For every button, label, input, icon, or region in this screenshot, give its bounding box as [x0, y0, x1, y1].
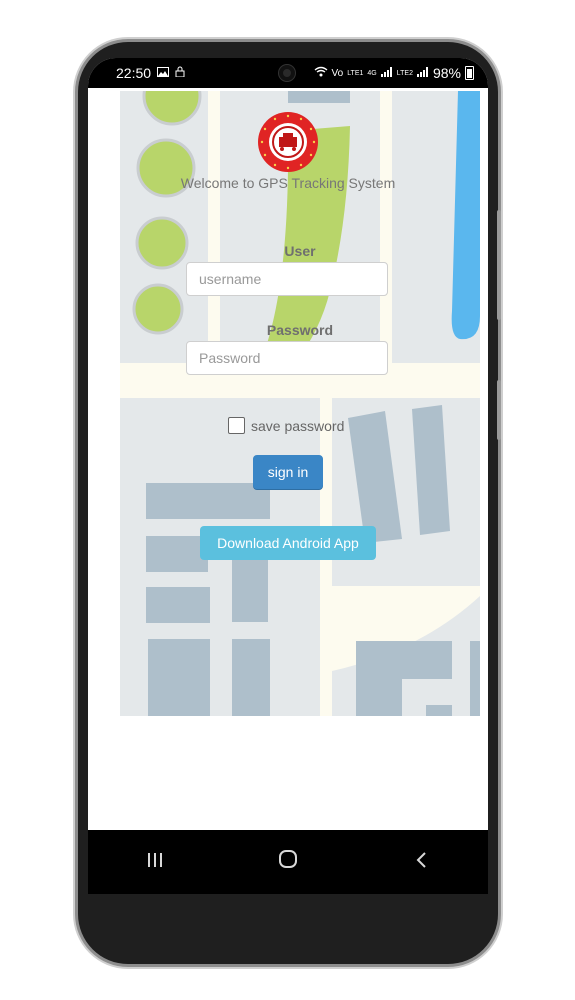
home-icon[interactable] [258, 849, 318, 875]
signal-icon [380, 66, 393, 80]
volume-button [497, 210, 501, 320]
status-time: 22:50 [116, 65, 152, 81]
lock-icon [175, 66, 185, 80]
download-android-app-button[interactable]: Download Android App [200, 526, 376, 560]
battery-percent: 98% [432, 65, 461, 81]
android-nav-bar [88, 830, 488, 894]
save-password-row: save password [228, 417, 344, 434]
back-icon[interactable] [391, 849, 451, 875]
status-bar: 22:50 Vo LTE1 4G LTE2 98% [88, 58, 488, 88]
battery-icon [465, 66, 474, 80]
sign-in-button[interactable]: sign in [253, 455, 323, 489]
network-label: Vo [331, 67, 344, 79]
power-button [497, 380, 501, 440]
network-lte1: LTE1 [347, 69, 364, 77]
network-lte2: LTE2 [396, 69, 413, 77]
signal-icon-2 [416, 66, 429, 80]
indian-railways-logo [257, 111, 319, 173]
username-input[interactable] [186, 262, 388, 296]
gallery-icon [157, 66, 170, 80]
user-label: User [284, 243, 316, 259]
welcome-text: Welcome to GPS Tracking System [180, 175, 396, 191]
screen: 22:50 Vo LTE1 4G LTE2 98% Welcome to GPS… [88, 58, 488, 894]
status-right: Vo LTE1 4G LTE2 98% [314, 58, 474, 88]
password-input[interactable] [186, 341, 388, 375]
wifi-icon [314, 66, 328, 80]
network-4g: 4G [367, 69, 377, 77]
password-label: Password [266, 322, 334, 338]
save-password-checkbox[interactable] [228, 417, 245, 434]
front-camera [279, 65, 295, 81]
recents-icon[interactable] [125, 849, 185, 875]
save-password-label[interactable]: save password [251, 418, 344, 434]
